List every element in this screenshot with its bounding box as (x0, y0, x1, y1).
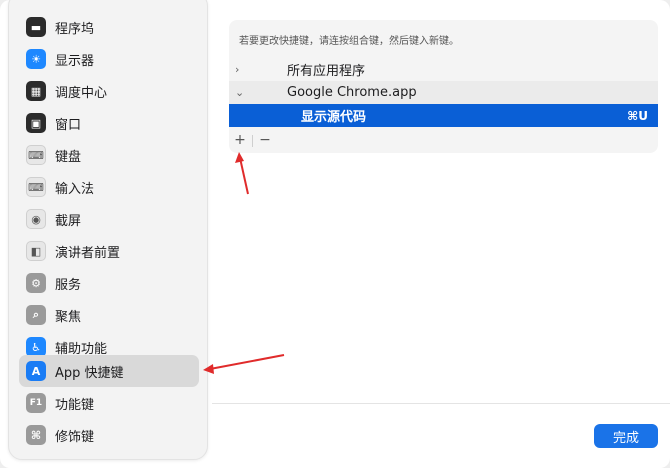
sidebar-item-presenter[interactable]: ◧ 演讲者前置 (19, 235, 199, 267)
mission-control-icon: ▦ (26, 81, 46, 101)
sidebar-item-dock[interactable]: ▬ 程序坞 (19, 11, 199, 43)
modifier-key-icon: ⌘ (26, 425, 46, 445)
presenter-icon: ◧ (26, 241, 46, 261)
sidebar-item-label: 程序坞 (55, 21, 95, 37)
keyboard-icon: ⌨ (26, 145, 46, 165)
settings-window: ▬ 程序坞 ☀ 显示器 ▦ 调度中心 ▣ 窗口 ⌨ 键盘 ⌨ 输入法 ◉ 截屏 … (0, 0, 670, 468)
spotlight-icon: ⌕ (26, 305, 46, 325)
tree-row-view-source[interactable]: 显示源代码 ⌘U (229, 104, 658, 127)
sidebar-item-label: 功能键 (55, 397, 95, 413)
sidebar-item-label: 演讲者前置 (55, 245, 121, 261)
screenshot-icon: ◉ (26, 209, 46, 229)
sidebar-item-input-method[interactable]: ⌨ 输入法 (19, 171, 199, 203)
sidebar-item-window[interactable]: ▣ 窗口 (19, 107, 199, 139)
sidebar: ▬ 程序坞 ☀ 显示器 ▦ 调度中心 ▣ 窗口 ⌨ 键盘 ⌨ 输入法 ◉ 截屏 … (8, 0, 208, 460)
chevron-down-icon[interactable]: ⌄ (235, 86, 244, 99)
sidebar-item-modifier-keys[interactable]: ⌘ 修饰键 (19, 419, 199, 451)
sidebar-item-function-keys[interactable]: F1 功能键 (19, 387, 199, 419)
shortcut-hint: 若要更改快捷键，请连按组合键，然后键入新键。 (239, 36, 459, 47)
row-label: Google Chrome.app (287, 85, 417, 100)
sidebar-item-label: 服务 (55, 277, 82, 293)
chevron-right-icon[interactable]: › (235, 63, 239, 76)
sidebar-item-label: 修饰键 (55, 429, 95, 445)
sidebar-item-label: 显示器 (55, 53, 95, 69)
annotation-arrow-add (235, 152, 249, 195)
input-method-icon: ⌨ (26, 177, 46, 197)
done-button[interactable]: 完成 (594, 424, 658, 448)
sidebar-item-label: 辅助功能 (55, 341, 108, 357)
shortcuts-panel: 若要更改快捷键，请连按组合键，然后键入新键。 › 所有应用程序 ⌄ Google… (229, 20, 658, 153)
services-icon: ⚙ (26, 273, 46, 293)
display-icon: ☀ (26, 49, 46, 69)
sidebar-item-label: App 快捷键 (55, 365, 124, 381)
row-label: 显示源代码 (301, 110, 367, 125)
tree-row-chrome[interactable]: ⌄ Google Chrome.app (229, 81, 658, 104)
sidebar-item-label: 窗口 (55, 117, 82, 133)
function-key-icon: F1 (26, 393, 46, 413)
annotation-arrow-app-shortcuts (203, 354, 285, 374)
shortcut-keys[interactable]: ⌘U (627, 109, 648, 123)
dock-icon: ▬ (26, 17, 46, 37)
sidebar-item-label: 输入法 (55, 181, 95, 197)
sidebar-item-spotlight[interactable]: ⌕ 聚焦 (19, 299, 199, 331)
app-store-icon: A (26, 361, 46, 381)
footer-divider (212, 403, 670, 404)
window-icon: ▣ (26, 113, 46, 133)
row-label: 所有应用程序 (287, 64, 366, 79)
sidebar-item-screenshot[interactable]: ◉ 截屏 (19, 203, 199, 235)
sidebar-item-app-shortcuts[interactable]: A App 快捷键 (19, 355, 199, 387)
tree-row-all-apps[interactable]: › 所有应用程序 (229, 58, 658, 81)
sidebar-item-label: 键盘 (55, 149, 82, 165)
add-button[interactable]: + (231, 132, 249, 148)
sidebar-item-label: 调度中心 (55, 85, 108, 101)
sidebar-item-keyboard[interactable]: ⌨ 键盘 (19, 139, 199, 171)
sidebar-item-mission-control[interactable]: ▦ 调度中心 (19, 75, 199, 107)
sidebar-item-label: 聚焦 (55, 309, 82, 325)
accessibility-icon: ♿ (26, 337, 46, 357)
sidebar-item-display[interactable]: ☀ 显示器 (19, 43, 199, 75)
sidebar-item-services[interactable]: ⚙ 服务 (19, 267, 199, 299)
remove-button[interactable]: − (256, 132, 274, 148)
sidebar-item-label: 截屏 (55, 213, 82, 229)
divider (252, 135, 253, 147)
